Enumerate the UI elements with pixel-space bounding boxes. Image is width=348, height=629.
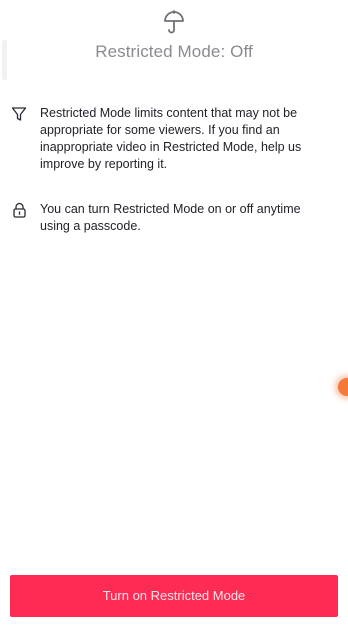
info-text: You can turn Restricted Mode on or off a… — [40, 202, 301, 233]
umbrella-icon — [162, 10, 186, 36]
info-text: Restricted Mode limits content that may … — [40, 106, 302, 171]
lock-icon — [10, 201, 30, 221]
filter-icon — [10, 105, 30, 125]
page-title: Restricted Mode: Off — [95, 42, 253, 61]
restricted-mode-screen: Restricted Mode: Off Restricted Mode lim… — [0, 0, 348, 629]
floating-assist-dot[interactable] — [338, 378, 348, 396]
turn-on-restricted-mode-button[interactable]: Turn on Restricted Mode — [10, 575, 338, 617]
